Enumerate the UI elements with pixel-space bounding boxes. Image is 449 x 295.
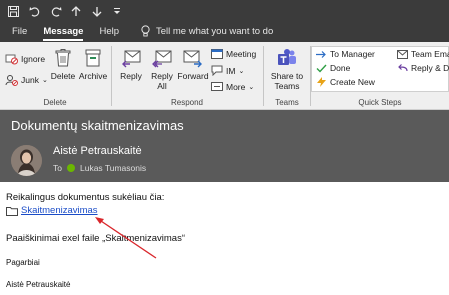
annotation-arrow-icon [95,217,157,259]
